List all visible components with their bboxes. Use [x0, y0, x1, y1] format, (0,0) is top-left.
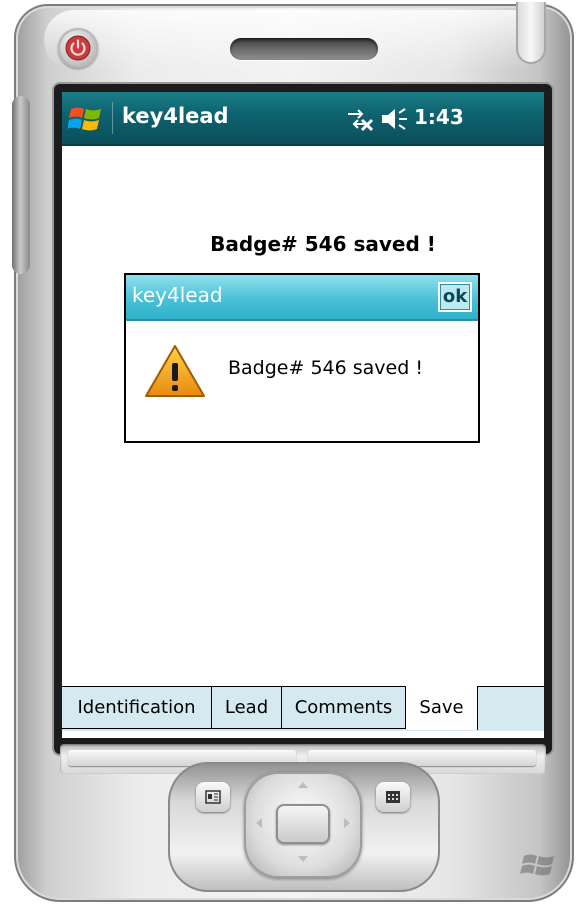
dialog-title-bar: key4lead ok	[126, 275, 478, 321]
power-icon	[65, 35, 91, 61]
dpad-up-icon	[298, 782, 308, 788]
windows-start-icon[interactable]	[68, 103, 104, 135]
dialog-title: key4lead	[132, 283, 223, 307]
title-separator	[112, 102, 113, 134]
dpad-left-icon	[256, 818, 262, 828]
dpad-down-icon	[298, 856, 308, 862]
tab-lead[interactable]: Lead	[212, 687, 282, 729]
speaker-grille	[230, 38, 378, 60]
saved-headline: Badge# 546 saved !	[210, 232, 436, 256]
tab-bar: Identification Lead Comments Save	[62, 686, 544, 731]
dpad-right-icon	[344, 818, 350, 828]
dialog-message: Badge# 546 saved !	[228, 357, 423, 379]
warning-icon	[145, 345, 205, 397]
calendar-icon	[386, 791, 400, 803]
screen: key4lead 1:43 Badge# 546 saved ! key4lea…	[62, 92, 544, 738]
contacts-icon	[205, 790, 221, 804]
clock: 1:43	[414, 105, 464, 129]
tab-identification[interactable]: Identification	[62, 687, 212, 729]
connectivity-icon[interactable]	[344, 104, 376, 134]
side-button[interactable]	[12, 96, 30, 274]
windows-logo-icon	[520, 854, 554, 876]
calendar-key[interactable]	[376, 782, 410, 812]
contacts-key[interactable]	[196, 782, 230, 812]
dpad-center-button[interactable]	[276, 804, 330, 844]
power-button[interactable]	[58, 28, 98, 68]
volume-icon[interactable]	[380, 106, 410, 132]
title-bar: key4lead 1:43	[62, 92, 544, 146]
stylus-slot	[516, 2, 546, 64]
ok-button[interactable]: ok	[438, 282, 472, 312]
tab-comments[interactable]: Comments	[282, 687, 406, 729]
app-title: key4lead	[122, 104, 229, 128]
message-dialog: key4lead ok Badge# 546 saved !	[124, 273, 480, 443]
tab-save[interactable]: Save	[406, 686, 478, 730]
